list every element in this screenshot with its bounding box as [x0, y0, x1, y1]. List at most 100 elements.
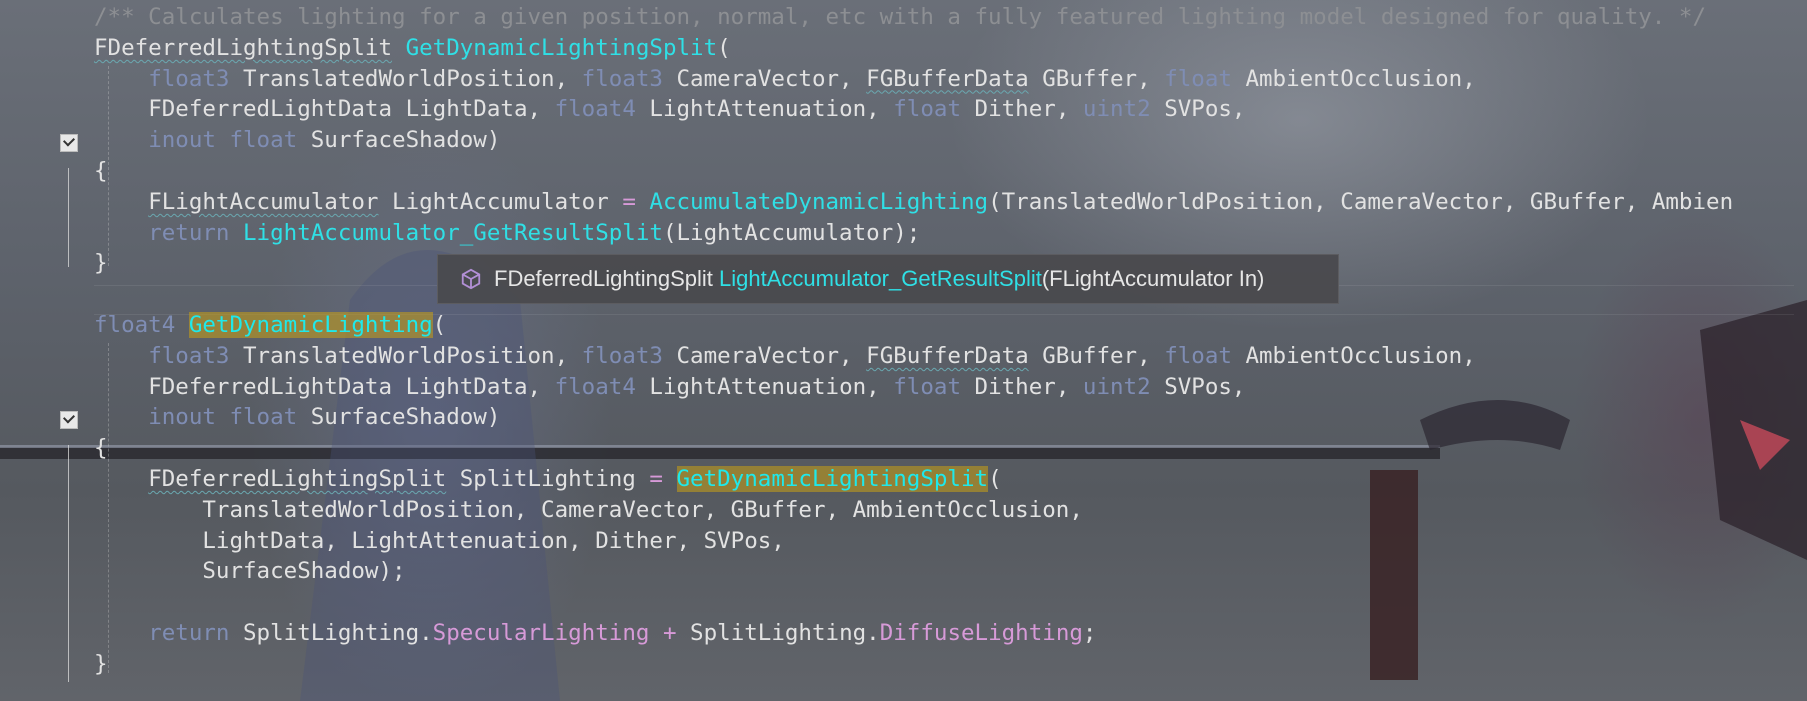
code-token: SplitLighting. [676, 619, 880, 646]
code-token: + [662, 619, 677, 646]
code-token: float3 [148, 65, 230, 92]
code-line[interactable]: float3 TranslatedWorldPosition, float3 C… [94, 64, 1733, 95]
code-token: } [94, 650, 108, 677]
code-token: LightAccumulator [378, 188, 623, 215]
code-line[interactable]: return SplitLighting.SpecularLighting + … [94, 618, 1733, 649]
quick-info-tooltip: FDeferredLightingSplit LightAccumulator_… [437, 254, 1339, 304]
code-token: AmbientOcclusion, [1231, 342, 1476, 369]
code-token: AmbientOcclusion, [1231, 65, 1476, 92]
code-token: } [94, 250, 108, 277]
code-line[interactable]: float4 GetDynamicLighting( [94, 310, 1733, 341]
code-token: GBuffer, [1028, 342, 1165, 369]
code-token: float3 [581, 342, 663, 369]
code-token: float [893, 373, 961, 400]
code-token: SurfaceShadow) [297, 404, 501, 431]
tooltip-return-type: FDeferredLightingSplit [494, 266, 713, 291]
code-token: FLightAccumulator [148, 188, 379, 215]
code-token: inout [148, 127, 216, 154]
code-token: SurfaceShadow) [297, 127, 501, 154]
code-token: (TranslatedWorldPosition, CameraVector, … [988, 188, 1734, 215]
code-token: = [649, 465, 663, 492]
code-editor[interactable]: /** Calculates lighting for a given posi… [94, 0, 1733, 680]
code-token: { [94, 435, 108, 462]
code-line[interactable]: } [94, 649, 1733, 680]
tooltip-function-name: LightAccumulator_GetResultSplit [719, 266, 1042, 291]
code-line[interactable]: FDeferredLightData LightData, float4 Lig… [94, 94, 1733, 125]
code-token: GetDynamicLightingSplit [676, 465, 989, 492]
code-token: LightData, [392, 96, 555, 123]
code-token: { [94, 157, 108, 184]
code-token: TranslatedWorldPosition, [229, 65, 582, 92]
code-token: LightAttenuation, [635, 373, 894, 400]
code-token: FDeferredLightData [148, 96, 393, 123]
code-token: SVPos, [1150, 373, 1246, 400]
code-token: /** Calculates lighting for a given posi… [94, 4, 1706, 30]
code-token: ; [1082, 619, 1097, 646]
code-token: ( [432, 311, 447, 338]
code-token: DiffuseLighting [879, 619, 1083, 646]
code-token: GBuffer, [1028, 65, 1165, 92]
code-line[interactable]: float3 TranslatedWorldPosition, float3 C… [94, 341, 1733, 372]
method-cube-icon [461, 268, 481, 290]
code-token: ( [988, 465, 1002, 492]
code-line[interactable]: return LightAccumulator_GetResultSplit(L… [94, 218, 1733, 249]
code-line[interactable]: SurfaceShadow); [94, 556, 1733, 587]
fold-toggle-icon[interactable] [60, 411, 78, 429]
code-token: float4 [554, 96, 636, 123]
code-token: SurfaceShadow); [94, 558, 406, 585]
code-token: SplitLighting [446, 465, 650, 492]
code-token: float [229, 404, 298, 431]
code-token: Dither, [961, 373, 1083, 400]
code-line[interactable]: FDeferredLightData LightData, float4 Lig… [94, 372, 1733, 403]
code-line[interactable]: inout float SurfaceShadow) [94, 402, 1733, 433]
code-token: LightAccumulator_GetResultSplit [243, 219, 663, 246]
code-token: uint2 [1082, 373, 1151, 400]
code-token: (LightAccumulator); [662, 219, 921, 246]
code-token: float4 [554, 373, 636, 400]
code-token: FDeferredLightingSplit [94, 34, 393, 61]
code-token: = [622, 188, 636, 215]
code-token: uint2 [1082, 96, 1151, 123]
code-line[interactable]: FLightAccumulator LightAccumulator = Acc… [94, 187, 1733, 218]
code-line[interactable]: /** Calculates lighting for a given posi… [94, 2, 1733, 33]
code-line[interactable]: TranslatedWorldPosition, CameraVector, G… [94, 495, 1733, 526]
fold-toggle-icon[interactable] [60, 134, 78, 152]
code-token: float [229, 127, 298, 154]
code-token: SVPos, [1150, 96, 1246, 123]
code-token: LightData, [392, 373, 555, 400]
code-token: SpecularLighting [432, 619, 650, 646]
code-token: float3 [581, 65, 663, 92]
code-token: ( [717, 34, 731, 61]
fold-region-2 [68, 445, 69, 682]
code-line[interactable]: LightData, LightAttenuation, Dither, SVP… [94, 526, 1733, 557]
code-line[interactable]: FDeferredLightingSplit SplitLighting = G… [94, 464, 1733, 495]
code-token: FGBufferData [866, 65, 1029, 92]
code-token: AccumulateDynamicLighting [649, 188, 989, 215]
code-line[interactable]: FDeferredLightingSplit GetDynamicLightin… [94, 33, 1733, 64]
code-token: TranslatedWorldPosition, [229, 342, 582, 369]
code-line[interactable]: { [94, 156, 1733, 187]
code-token: float [893, 96, 961, 123]
code-token: Dither, [961, 96, 1083, 123]
code-token: GetDynamicLighting [188, 311, 433, 338]
code-line[interactable] [94, 587, 1733, 618]
fold-region-1 [68, 168, 69, 267]
code-line[interactable]: inout float SurfaceShadow) [94, 125, 1733, 156]
code-token: FDeferredLightData [148, 373, 393, 400]
code-line[interactable]: { [94, 433, 1733, 464]
